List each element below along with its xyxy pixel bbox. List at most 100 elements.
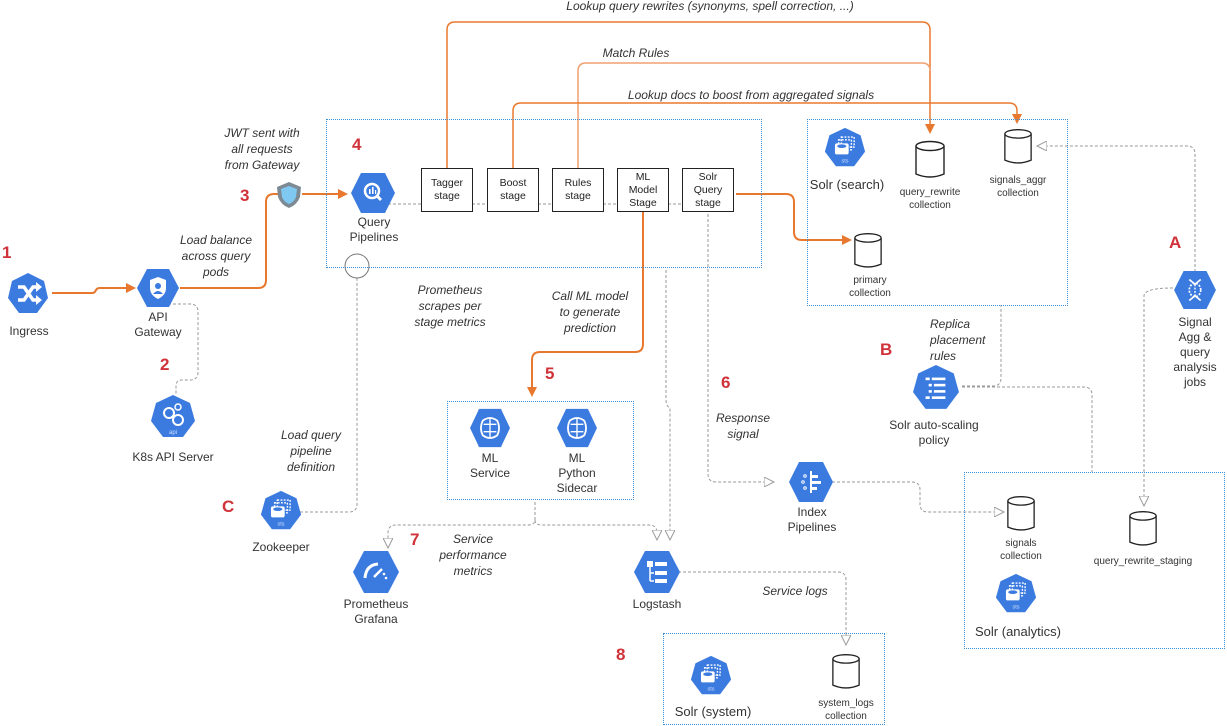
- node-solr-autoscaling[interactable]: [912, 364, 960, 412]
- dataflow-icon: [1174, 270, 1216, 310]
- node-query-pipelines[interactable]: [350, 172, 396, 214]
- annotation-load-pipeline: Load query pipeline definition: [280, 428, 342, 474]
- node-index-pipelines[interactable]: [788, 461, 834, 503]
- label-solr-search: Solr (search): [809, 177, 885, 192]
- node-signal-agg-jobs[interactable]: [1173, 270, 1217, 310]
- badge-sts: sts: [708, 687, 715, 693]
- label-solr-autoscaling: Solr auto-scaling policy: [889, 418, 979, 447]
- annotation-lookup-boost: Lookup docs to boost from aggregated sig…: [627, 88, 875, 102]
- shield-icon: [277, 182, 301, 208]
- collection-query-rewrite-staging[interactable]: [1128, 510, 1158, 548]
- annotation-response-signal: Response signal: [715, 411, 771, 441]
- user-shield-icon: [137, 269, 179, 307]
- step-5: 5: [545, 364, 555, 383]
- collection-signals-aggr[interactable]: [1003, 128, 1033, 166]
- statefulset-icon: sts: [690, 655, 732, 695]
- node-jwt-shield: [276, 181, 302, 209]
- label-system-logs-collection: system_logs collection: [818, 698, 874, 722]
- gears-api-icon: api: [151, 395, 195, 437]
- database-icon: [1004, 129, 1032, 164]
- step-B: B: [880, 340, 893, 359]
- shuffle-icon: [8, 273, 48, 313]
- database-icon: [915, 140, 945, 178]
- collection-system-logs[interactable]: [831, 652, 861, 692]
- badge-api: api: [169, 430, 177, 436]
- statefulset-icon: sts: [260, 490, 302, 530]
- node-ml-service[interactable]: [469, 408, 511, 448]
- label-signals-collection: signals collection: [1000, 538, 1042, 562]
- stage-boost[interactable]: Boost stage: [487, 168, 539, 212]
- label-logstash: Logstash: [632, 597, 682, 611]
- database-icon: [832, 654, 860, 689]
- annotation-load-balance: Load balance across query pods: [179, 233, 253, 279]
- node-solr-analytics[interactable]: sts: [995, 573, 1037, 615]
- label-api-gateway: API Gateway: [134, 310, 182, 339]
- architecture-diagram: 1 2 3 4 5 6 7 8 A B C Lookup query rewri…: [0, 0, 1227, 726]
- badge-sts: sts: [278, 522, 285, 528]
- node-ingress[interactable]: [6, 272, 50, 316]
- label-ml-python-sidecar: ML Python Sidecar: [556, 451, 598, 495]
- label-solr-analytics: Solr (analytics): [975, 624, 1061, 639]
- database-icon: [1129, 511, 1157, 546]
- statefulset-icon: sts: [995, 573, 1037, 613]
- step-2: 2: [160, 355, 170, 374]
- database-icon: [1007, 496, 1035, 531]
- node-logstash[interactable]: [633, 550, 681, 594]
- label-ml-service: ML Service: [469, 451, 510, 480]
- collection-query-rewrite[interactable]: [914, 140, 946, 180]
- label-prometheus-grafana: Prometheus Grafana: [343, 597, 409, 626]
- stage-rules[interactable]: Rules stage: [552, 168, 604, 212]
- edge-ingress-gateway: [52, 283, 136, 294]
- step-4: 4: [352, 135, 362, 154]
- badge-sts: sts: [842, 159, 849, 165]
- node-ml-python-sidecar[interactable]: [556, 408, 598, 448]
- step-1: 1: [2, 243, 12, 262]
- edge-zookeeper-pipelines: [300, 278, 358, 513]
- gauge-icon: [353, 551, 399, 593]
- label-primary-collection: primary collection: [849, 275, 891, 299]
- annotation-call-ml: Call ML model to generate prediction: [551, 289, 629, 335]
- step-8: 8: [616, 645, 626, 664]
- statefulset-icon: sts: [824, 127, 866, 167]
- collection-primary[interactable]: [853, 232, 883, 270]
- annotation-lookup-rewrites: Lookup query rewrites (synonyms, spell c…: [566, 0, 854, 13]
- stage-tagger[interactable]: Tagger stage: [421, 168, 473, 212]
- brain-icon: [470, 408, 510, 448]
- step-7: 7: [410, 530, 420, 549]
- annotation-prometheus-scrapes: Prometheus scrapes per stage metrics: [414, 283, 486, 329]
- label-signals-aggr-collection: signals_aggr collection: [989, 175, 1047, 199]
- step-C: C: [222, 497, 235, 516]
- brain-icon: [557, 408, 597, 448]
- collection-signals[interactable]: [1006, 495, 1036, 533]
- chart-search-icon: [351, 173, 395, 213]
- step-3: 3: [240, 186, 250, 205]
- label-k8s-api-server: K8s API Server: [132, 450, 214, 464]
- label-query-rewrite-collection: query_rewrite collection: [899, 187, 961, 211]
- node-solr-system[interactable]: sts: [690, 655, 732, 697]
- annotation-service-logs: Service logs: [762, 584, 828, 598]
- step-6: 6: [721, 373, 731, 392]
- edge-pipelines-logstash: [666, 270, 670, 540]
- step-A: A: [1169, 233, 1182, 252]
- node-k8s-api-server[interactable]: api: [150, 394, 196, 440]
- node-zookeeper[interactable]: sts: [260, 490, 302, 532]
- node-prometheus-grafana[interactable]: [352, 550, 400, 594]
- label-query-pipelines: Query Pipelines: [349, 215, 399, 244]
- annotation-replica-rules: Replica placement rules: [930, 317, 986, 363]
- label-index-pipelines: Index Pipelines: [787, 505, 837, 534]
- label-solr-system: Solr (system): [674, 704, 752, 719]
- stage-solr-query[interactable]: Solr Query stage: [682, 168, 734, 212]
- badge-sts: sts: [1013, 605, 1020, 611]
- node-solr-search[interactable]: sts: [824, 127, 866, 169]
- node-api-gateway[interactable]: [136, 266, 180, 310]
- stage-ml-model[interactable]: ML Model Stage: [617, 168, 669, 212]
- annotation-match-rules: Match Rules: [602, 46, 670, 60]
- annotation-jwt: JWT sent with all requests from Gateway: [224, 126, 300, 172]
- database-icon: [854, 233, 882, 268]
- label-zookeeper: Zookeeper: [252, 540, 310, 554]
- list-tree-icon: [634, 551, 680, 593]
- pipeline-icon: [789, 462, 833, 502]
- edge-ml-logstash: [534, 519, 657, 540]
- label-ingress: Ingress: [9, 324, 49, 338]
- annotation-service-perf: Service performance metrics: [439, 532, 507, 578]
